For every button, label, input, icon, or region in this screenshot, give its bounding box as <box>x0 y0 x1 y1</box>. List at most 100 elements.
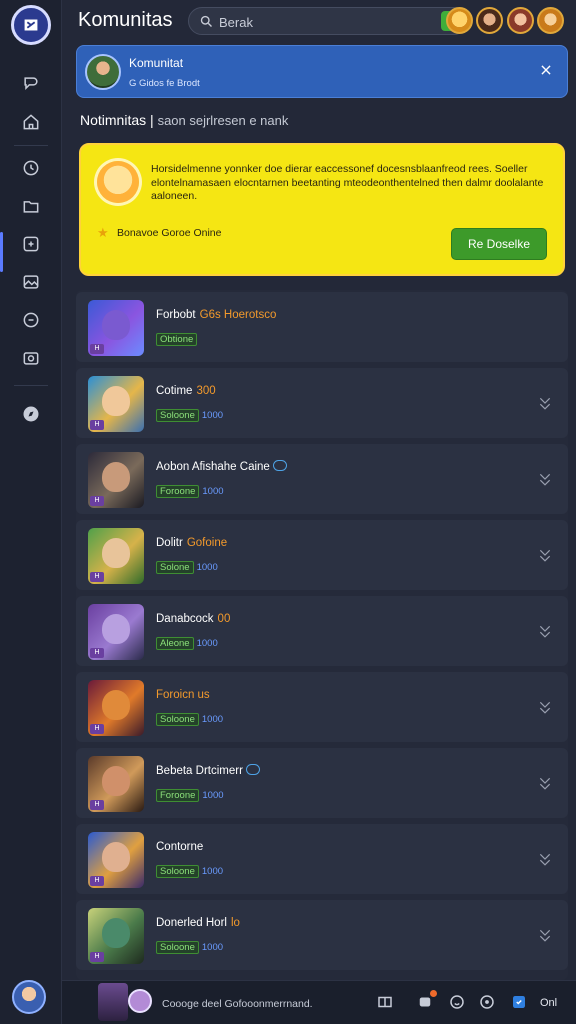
list-item[interactable]: H Dolitr Gofoine Solone 1000 <box>76 520 568 590</box>
list-item[interactable]: H Cotime 300 Soloone 1000 <box>76 368 568 438</box>
chevron-down-icon[interactable] <box>538 700 552 714</box>
game-thumbnail: H <box>88 908 144 964</box>
member-count: 1000 <box>201 942 224 953</box>
chevron-down-icon[interactable] <box>538 396 552 410</box>
member-count: 1000 <box>202 790 224 801</box>
character-portrait <box>102 614 130 644</box>
status-icon[interactable] <box>510 993 528 1011</box>
row-meta: Aleone 1000 <box>156 637 218 650</box>
group-badge: Solone <box>156 561 194 574</box>
sidebar-divider <box>14 385 48 386</box>
section-separator: | <box>150 112 154 128</box>
row-meta: Soloone 1000 <box>156 941 223 954</box>
compass-icon[interactable] <box>19 402 43 426</box>
row-title-text: Dolitr <box>156 537 183 549</box>
star-icon: ★ <box>97 225 109 240</box>
clock-icon[interactable] <box>19 156 43 180</box>
row-meta: Obtione <box>156 333 198 346</box>
home-icon[interactable] <box>19 110 43 134</box>
app-window: Komunitas Komunitat G Gidos fe Brodt Not… <box>0 0 576 1024</box>
game-thumbnail[interactable] <box>98 983 128 1021</box>
group-badge: Soloone <box>156 865 199 878</box>
group-badge: Foroone <box>156 789 200 802</box>
chevron-down-icon[interactable] <box>538 624 552 638</box>
list-item[interactable]: H Contorne Soloone 1000 <box>76 824 568 894</box>
community-banner[interactable]: Komunitat G Gidos fe Brodt <box>76 45 568 98</box>
chevron-down-icon[interactable] <box>538 548 552 562</box>
chevron-down-icon[interactable] <box>538 928 552 942</box>
search-bar[interactable] <box>188 7 468 35</box>
character-portrait <box>102 766 130 796</box>
list-item[interactable]: H Forbobt G6s Hoerotsco Obtione <box>76 292 568 362</box>
row-title: Donerled Horl lo <box>156 917 240 929</box>
row-title-accent: 00 <box>217 613 231 625</box>
sidebar-divider <box>14 145 48 146</box>
game-thumbnail: H <box>88 604 144 660</box>
character-portrait <box>102 310 130 340</box>
book-icon[interactable] <box>376 993 394 1011</box>
banner-title: Komunitat <box>129 56 184 70</box>
list-item[interactable]: H Bebeta Drtcimerr Foroone 1000 <box>76 748 568 818</box>
row-meta: Foroone 1000 <box>156 789 224 802</box>
promo-label: Bonavoe Goroe Onine <box>117 227 222 239</box>
list-item[interactable]: H Danabcock 00 Aleone 1000 <box>76 596 568 666</box>
row-title-accent: Gofoine <box>186 537 228 549</box>
friend-avatar[interactable] <box>507 7 534 34</box>
section-title: Notimnitas <box>80 112 147 128</box>
community-list: H Forbobt G6s Hoerotsco Obtione H Cotime 300 So… <box>76 290 568 980</box>
row-title: Foroicn us <box>156 689 210 701</box>
platform-tag: H <box>90 496 104 506</box>
group-badge: Aleone <box>156 637 194 650</box>
row-title-text: Cotime <box>156 385 193 397</box>
controller-icon[interactable] <box>19 308 43 332</box>
member-count: 1000 <box>201 866 224 877</box>
banner-subtitle: G Gidos fe Brodt <box>129 78 200 89</box>
row-title: Dolitr Gofoine <box>156 537 227 549</box>
row-title-text: Forbobt <box>156 309 196 321</box>
chevron-down-icon[interactable] <box>538 776 552 790</box>
chat-avatar[interactable] <box>128 989 152 1013</box>
close-icon[interactable] <box>539 63 553 77</box>
chat-icon[interactable] <box>19 72 43 96</box>
section-heading: Notimnitas | saon sejrlresen e nank <box>80 112 288 128</box>
record-icon[interactable] <box>478 993 496 1011</box>
list-item[interactable]: H Donerled Horl lo Soloone 1000 <box>76 900 568 970</box>
promo-cta-button[interactable]: Re Doselke <box>451 228 547 260</box>
camera-icon[interactable] <box>19 346 43 370</box>
gallery-icon[interactable] <box>19 270 43 294</box>
row-meta: Soloone 1000 <box>156 713 223 726</box>
friend-avatar[interactable] <box>446 7 473 34</box>
row-title: Cotime 300 <box>156 385 216 397</box>
verified-badge-icon <box>245 764 260 776</box>
game-thumbnail: H <box>88 528 144 584</box>
row-title-accent: 300 <box>196 385 216 397</box>
platform-tag: H <box>90 952 104 962</box>
character-portrait <box>102 690 130 720</box>
folder-icon[interactable] <box>19 194 43 218</box>
user-avatar[interactable] <box>12 980 46 1014</box>
list-item[interactable]: H Foroicn us Soloone 1000 <box>76 672 568 742</box>
sidebar <box>0 0 62 1024</box>
platform-tag: H <box>90 724 104 734</box>
friend-avatar[interactable] <box>476 7 503 34</box>
friend-avatar[interactable] <box>537 7 564 34</box>
game-thumbnail: H <box>88 756 144 812</box>
row-title: Aobon Afishahe Caine <box>156 460 287 473</box>
group-badge: Obtione <box>156 333 198 346</box>
app-logo-icon[interactable] <box>11 5 51 45</box>
character-portrait <box>102 538 130 568</box>
row-title-accent: Foroicn us <box>156 689 210 701</box>
verified-badge-icon <box>272 460 287 472</box>
row-title-text: Aobon Afishahe Caine <box>156 461 270 473</box>
member-count: 1000 <box>196 638 218 649</box>
chevron-down-icon[interactable] <box>538 852 552 866</box>
list-item[interactable]: H Aobon Afishahe Caine Foroone 1000 <box>76 444 568 514</box>
platform-tag: H <box>90 572 104 582</box>
row-title: Contorne <box>156 841 203 853</box>
search-input[interactable] <box>219 12 389 32</box>
emoji-icon[interactable] <box>448 993 466 1011</box>
group-badge: Soloone <box>156 409 199 422</box>
emoji-mascot-icon <box>97 161 139 203</box>
puzzle-icon[interactable] <box>19 232 43 256</box>
chevron-down-icon[interactable] <box>538 472 552 486</box>
